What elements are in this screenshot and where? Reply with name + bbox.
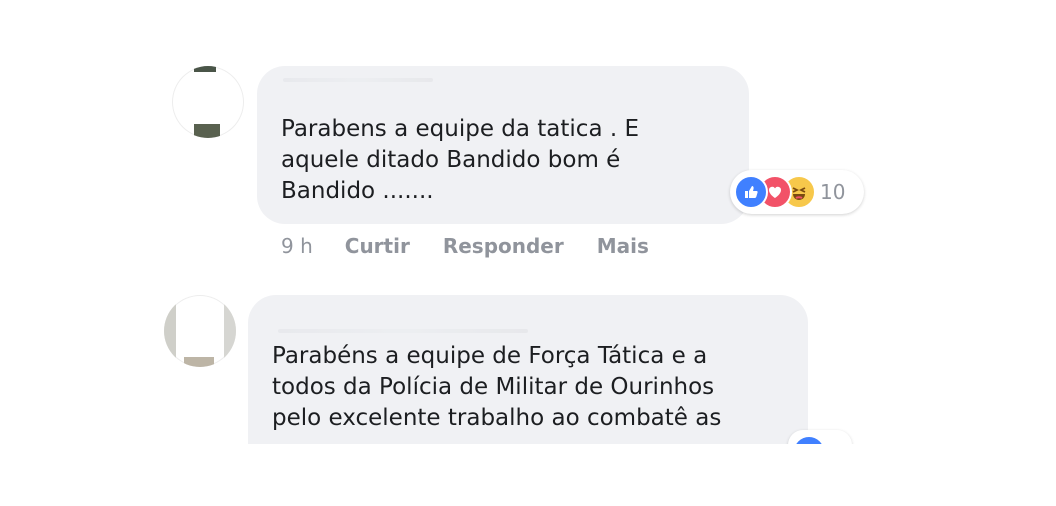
avatar-photo-fragment — [164, 295, 176, 367]
comment-text: Parabéns a equipe de Força Tática e a to… — [272, 343, 722, 431]
reaction-count: 10 — [820, 180, 846, 204]
like-link[interactable]: Curtir — [345, 234, 410, 258]
avatar-photo-fragment — [194, 124, 220, 138]
commenter-avatar[interactable] — [172, 66, 244, 138]
commenter-name-redacted[interactable] — [278, 329, 528, 333]
screenshot-crop-edge — [0, 444, 1056, 506]
avatar-photo-fragment — [184, 357, 214, 367]
reply-link[interactable]: Responder — [443, 234, 564, 258]
comment-text: Parabens a equipe da tatica . E aquele d… — [281, 116, 640, 204]
comment-bubble: Parabens a equipe da tatica . E aquele d… — [257, 66, 749, 224]
commenter-avatar[interactable] — [164, 295, 236, 367]
like-icon — [734, 175, 768, 209]
more-link[interactable]: Mais — [597, 234, 649, 258]
commenter-name-redacted[interactable] — [283, 78, 433, 82]
avatar-photo-fragment — [194, 66, 216, 72]
reactions-summary[interactable]: 10 — [730, 170, 864, 214]
comment-timestamp[interactable]: 9 h — [281, 234, 313, 258]
comment-actions: 9 h Curtir Responder Mais — [281, 232, 649, 260]
avatar-photo-fragment — [224, 295, 236, 367]
